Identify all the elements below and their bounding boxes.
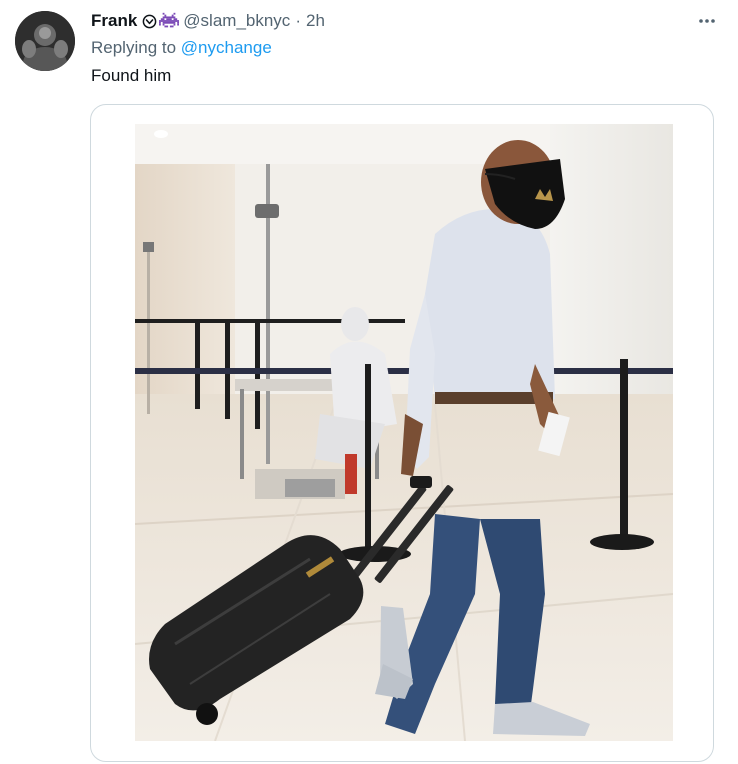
user-handle[interactable]: @slam_bknyc	[183, 10, 290, 32]
replying-to: Replying to @nychange	[91, 37, 722, 59]
tweet[interactable]: Frank @slam_bknyc · 2h Replying to @nych…	[0, 0, 738, 764]
tweet-content: Frank @slam_bknyc · 2h Replying to @nych…	[91, 10, 722, 87]
tweet-text: Found him	[91, 66, 172, 85]
separator-dot: ·	[295, 11, 301, 30]
timestamp[interactable]: 2h	[306, 10, 325, 32]
avatar-image	[15, 11, 75, 71]
display-name[interactable]: Frank	[91, 10, 137, 32]
purple-space-invader-icon	[159, 12, 180, 30]
circle-chevron-badge-icon	[142, 14, 157, 29]
replying-to-label: Replying to	[91, 38, 177, 57]
tweet-header: Frank @slam_bknyc · 2h	[91, 10, 722, 32]
more-horizontal-icon[interactable]	[694, 10, 720, 32]
tweet-photo[interactable]	[135, 124, 673, 741]
mention-link[interactable]: @nychange	[181, 38, 272, 57]
media-card[interactable]	[90, 104, 714, 762]
avatar[interactable]	[15, 11, 75, 71]
